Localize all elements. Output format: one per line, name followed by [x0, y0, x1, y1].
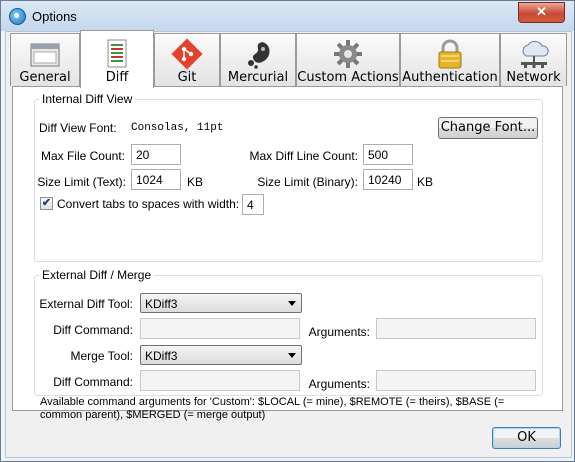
size-limit-binary-label: Size Limit (Binary): — [257, 175, 358, 189]
max-diff-line-count-label: Max Diff Line Count: — [249, 149, 359, 163]
tab-label-authentication: Authentication — [402, 70, 498, 85]
diff-arguments-label: Arguments: — [308, 325, 370, 339]
gear-icon — [334, 40, 362, 68]
ok-button[interactable]: OK — [492, 427, 561, 449]
tab-label-network: Network — [506, 70, 561, 85]
title-bar[interactable]: Options ✕ — [1, 1, 574, 31]
merge-tool-select[interactable]: KDiff3 — [140, 345, 302, 365]
merge-command-input[interactable] — [140, 370, 300, 391]
custom-arguments-help-text: Available command arguments for 'Custom'… — [40, 396, 505, 421]
lock-icon — [438, 39, 462, 69]
max-file-count-input[interactable]: 20 — [131, 144, 181, 165]
external-diff-tool-value: KDiff3 — [145, 297, 178, 311]
change-font-button[interactable]: Change Font... — [438, 117, 538, 139]
tab-mercurial[interactable]: Mercurial — [220, 33, 296, 86]
internal-diff-view-legend: Internal Diff View — [42, 92, 133, 106]
diff-tab-panel: Internal Diff View Diff View Font: Conso… — [12, 86, 563, 421]
network-cloud-icon — [520, 40, 549, 68]
git-icon — [171, 38, 203, 70]
external-diff-tool-select[interactable]: KDiff3 — [140, 293, 302, 313]
dialog-client-area: General Diff Git Mercurial Custom Action… — [5, 30, 572, 458]
size-limit-binary-unit: KB — [417, 175, 434, 189]
merge-command-label: Diff Command: — [53, 375, 133, 389]
merge-arguments-input[interactable] — [376, 370, 536, 391]
external-diff-merge-legend: External Diff / Merge — [42, 268, 152, 282]
app-icon — [9, 8, 26, 25]
window-icon — [30, 43, 60, 67]
tab-diff[interactable]: Diff — [80, 30, 154, 88]
tab-label-diff: Diff — [105, 70, 129, 85]
tab-label-custom-actions: Custom Actions — [297, 70, 399, 85]
size-limit-binary-input[interactable]: 10240 — [363, 169, 413, 190]
tab-custom-actions[interactable]: Custom Actions — [296, 33, 400, 86]
merge-tool-label: Merge Tool: — [70, 349, 133, 363]
window-title: Options — [32, 9, 77, 24]
tab-general[interactable]: General — [10, 33, 80, 86]
size-limit-text-input[interactable]: 1024 — [131, 169, 181, 190]
diff-document-icon — [107, 39, 127, 68]
diff-view-font-value: Consolas, 11pt — [131, 122, 224, 134]
close-button[interactable]: ✕ — [518, 2, 565, 23]
diff-view-font-label: Diff View Font: — [39, 121, 117, 135]
tab-authentication[interactable]: Authentication — [400, 33, 500, 86]
tab-label-mercurial: Mercurial — [227, 70, 289, 85]
options-window: Options ✕ General Diff Git Mercurial Cus… — [0, 0, 575, 462]
tab-label-general: General — [19, 70, 71, 85]
diff-command-label: Diff Command: — [53, 323, 133, 337]
tab-git[interactable]: Git — [154, 33, 220, 86]
tab-label-git: Git — [177, 70, 197, 85]
chevron-down-icon — [288, 301, 296, 306]
mercurial-icon — [248, 42, 270, 69]
diff-command-input[interactable] — [140, 318, 300, 339]
external-diff-tool-label: External Diff Tool: — [39, 297, 133, 311]
size-limit-text-label: Size Limit (Text): — [37, 175, 126, 189]
tab-network[interactable]: Network — [500, 33, 567, 86]
size-limit-text-unit: KB — [187, 175, 204, 189]
merge-arguments-label: Arguments: — [308, 377, 370, 391]
diff-arguments-input[interactable] — [376, 318, 536, 339]
convert-tabs-checkbox[interactable]: ✔ — [40, 197, 53, 210]
convert-tabs-label: Convert tabs to spaces with width: — [57, 197, 240, 211]
max-file-count-label: Max File Count: — [40, 149, 125, 163]
max-diff-line-count-input[interactable]: 500 — [363, 144, 413, 165]
chevron-down-icon — [288, 353, 296, 358]
merge-tool-value: KDiff3 — [145, 349, 178, 363]
tab-width-input[interactable]: 4 — [242, 194, 264, 215]
